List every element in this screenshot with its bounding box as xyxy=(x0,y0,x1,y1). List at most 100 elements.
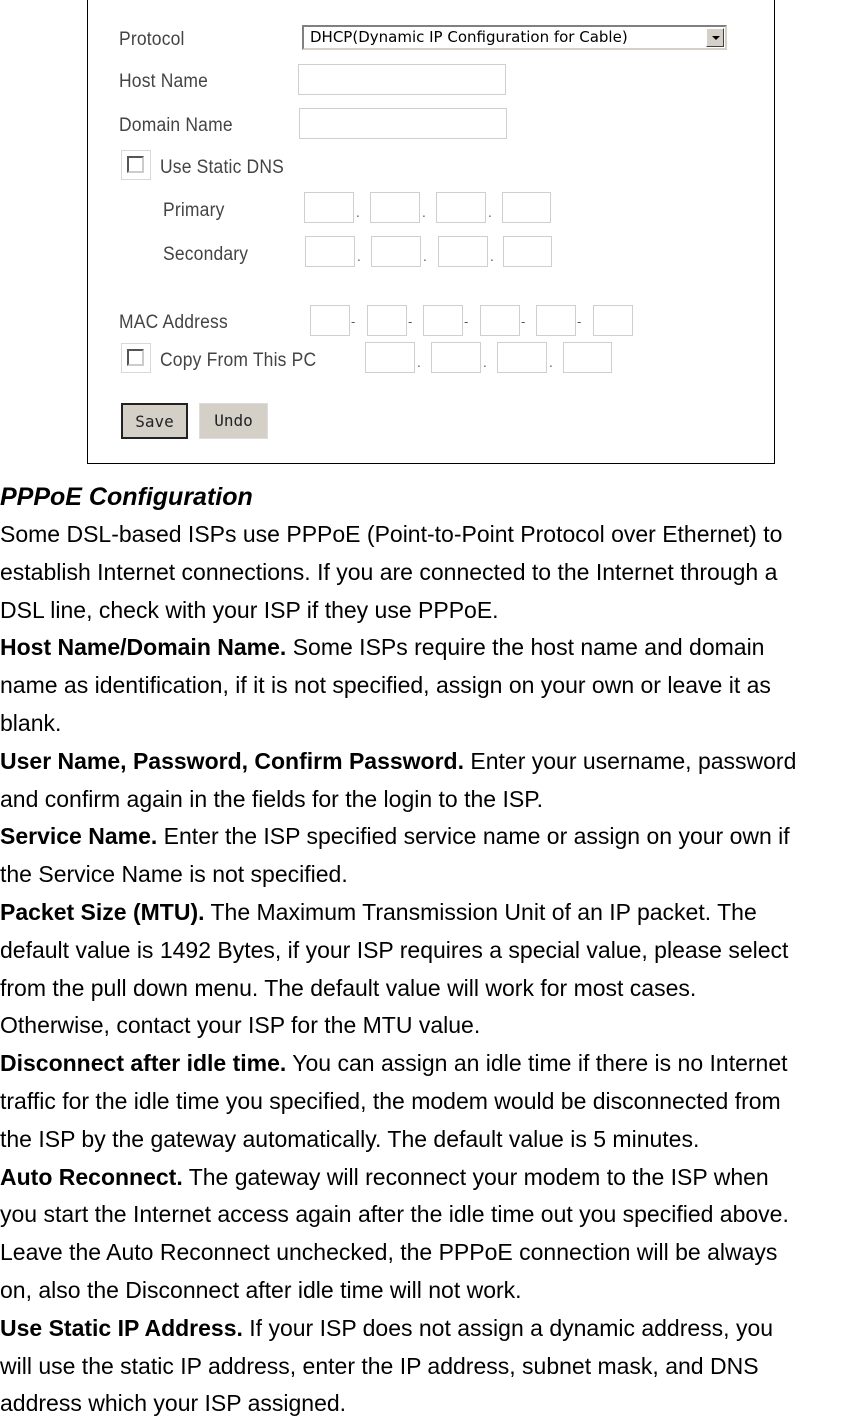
doc-text: address which your ISP assigned. xyxy=(0,1390,347,1417)
host-name-label: Host Name xyxy=(119,71,209,92)
use-static-dns-checkbox[interactable] xyxy=(121,150,151,180)
secondary-dns-octet-3[interactable] xyxy=(438,236,488,267)
mac-dash-separator: - xyxy=(464,315,469,329)
doc-line: Auto Reconnect. The gateway will reconne… xyxy=(0,1159,863,1197)
secondary-dns-octet-4[interactable] xyxy=(503,236,552,267)
use-static-dns-label: Use Static DNS xyxy=(160,157,284,178)
doc-line: will use the static IP address, enter th… xyxy=(0,1348,863,1386)
secondary-dns-octet-2[interactable] xyxy=(371,236,421,267)
secondary-dns-label: Secondary xyxy=(163,244,249,265)
doc-text: blank. xyxy=(0,709,62,736)
primary-dns-octet-2[interactable] xyxy=(370,192,420,223)
doc-line: Host Name/Domain Name. Some ISPs require… xyxy=(0,629,863,667)
protocol-label: Protocol xyxy=(119,29,185,50)
doc-text: traffic for the idle time you specified,… xyxy=(0,1087,781,1114)
doc-term: Disconnect after idle time. xyxy=(0,1050,287,1077)
doc-text: on, also the Disconnect after idle time … xyxy=(0,1276,522,1303)
ip-dot-separator: . xyxy=(417,356,421,370)
mac-address-label: MAC Address xyxy=(119,312,228,333)
doc-line: traffic for the idle time you specified,… xyxy=(0,1083,863,1121)
doc-text: will use the static IP address, enter th… xyxy=(0,1352,759,1379)
mac-octet-5[interactable] xyxy=(536,305,576,336)
doc-text: Otherwise, contact your ISP for the MTU … xyxy=(0,1012,481,1039)
undo-button[interactable]: Undo xyxy=(199,403,268,439)
doc-term: Host Name/Domain Name. xyxy=(0,634,287,661)
doc-text: name as identification, if it is not spe… xyxy=(0,672,771,699)
doc-line: Packet Size (MTU). The Maximum Transmiss… xyxy=(0,894,863,932)
doc-line: Disconnect after idle time. You can assi… xyxy=(0,1045,863,1083)
doc-text: Enter your username, password xyxy=(464,747,797,774)
protocol-select-value: DHCP(Dynamic IP Configuration for Cable) xyxy=(310,28,628,46)
doc-line: on, also the Disconnect after idle time … xyxy=(0,1272,863,1310)
copy-ip-octet-2[interactable] xyxy=(431,342,481,373)
doc-text: the Service Name is not specified. xyxy=(0,861,348,888)
doc-line: Service Name. Enter the ISP specified se… xyxy=(0,818,863,856)
mac-dash-separator: - xyxy=(577,315,582,329)
doc-line: the ISP by the gateway automatically. Th… xyxy=(0,1121,863,1159)
copy-ip-octet-4[interactable] xyxy=(563,342,612,373)
protocol-select[interactable]: DHCP(Dynamic IP Configuration for Cable) xyxy=(302,25,727,50)
pppoe-documentation: PPPoE Configuration Some DSL-based ISPs … xyxy=(0,478,863,1423)
doc-line: and confirm again in the fields for the … xyxy=(0,781,863,819)
doc-line: the Service Name is not specified. xyxy=(0,856,863,894)
ip-dot-separator: . xyxy=(483,356,487,370)
dhcp-settings-screenshot: Protocol DHCP(Dynamic IP Configuration f… xyxy=(87,0,775,464)
save-button[interactable]: Save xyxy=(121,403,188,439)
ip-dot-separator: . xyxy=(549,356,553,370)
ip-dot-separator: . xyxy=(356,206,360,220)
ip-dot-separator: . xyxy=(357,250,361,264)
doc-line: establish Internet connections. If you a… xyxy=(0,554,863,592)
copy-ip-octet-1[interactable] xyxy=(365,342,415,373)
doc-text: DSL line, check with your ISP if they us… xyxy=(0,596,499,623)
doc-text: Leave the Auto Reconnect unchecked, the … xyxy=(0,1239,778,1266)
copy-from-pc-checkbox[interactable] xyxy=(121,343,151,373)
doc-line: Otherwise, contact your ISP for the MTU … xyxy=(0,1007,863,1045)
primary-dns-octet-1[interactable] xyxy=(304,192,354,223)
doc-line: Leave the Auto Reconnect unchecked, the … xyxy=(0,1234,863,1272)
section-title: PPPoE Configuration xyxy=(0,483,253,511)
doc-line: blank. xyxy=(0,705,863,743)
mac-octet-1[interactable] xyxy=(310,305,350,336)
mac-octet-3[interactable] xyxy=(423,305,463,336)
domain-name-label: Domain Name xyxy=(119,115,233,136)
doc-term: User Name, Password, Confirm Password. xyxy=(0,747,464,774)
doc-line: DSL line, check with your ISP if they us… xyxy=(0,592,863,630)
doc-text: from the pull down menu. The default val… xyxy=(0,974,697,1001)
ip-dot-separator: . xyxy=(488,206,492,220)
ip-dot-separator: . xyxy=(423,250,427,264)
chevron-down-icon[interactable] xyxy=(706,28,724,47)
doc-text: Some ISPs require the host name and doma… xyxy=(286,634,765,661)
mac-octet-2[interactable] xyxy=(367,305,407,336)
doc-text: The Maximum Transmission Unit of an IP p… xyxy=(204,898,757,925)
secondary-dns-octet-1[interactable] xyxy=(305,236,355,267)
doc-text: the ISP by the gateway automatically. Th… xyxy=(0,1125,700,1152)
doc-line: you start the Internet access again afte… xyxy=(0,1196,863,1234)
mac-dash-separator: - xyxy=(521,315,526,329)
doc-line: address which your ISP assigned. xyxy=(0,1385,863,1423)
copy-ip-octet-3[interactable] xyxy=(497,342,547,373)
ip-dot-separator: . xyxy=(490,250,494,264)
doc-term: Service Name. xyxy=(0,823,158,850)
doc-body: Some DSL-based ISPs use PPPoE (Point-to-… xyxy=(0,516,863,1423)
doc-line: name as identification, if it is not spe… xyxy=(0,667,863,705)
doc-line: Use Static IP Address. If your ISP does … xyxy=(0,1310,863,1348)
doc-text: If your ISP does not assign a dynamic ad… xyxy=(242,1314,774,1341)
doc-text: you start the Internet access again afte… xyxy=(0,1201,789,1228)
primary-dns-octet-4[interactable] xyxy=(502,192,551,223)
primary-dns-label: Primary xyxy=(163,200,225,221)
domain-name-input[interactable] xyxy=(299,108,507,139)
doc-text: Enter the ISP specified service name or … xyxy=(157,823,790,850)
mac-octet-4[interactable] xyxy=(480,305,520,336)
mac-dash-separator: - xyxy=(408,315,413,329)
mac-dash-separator: - xyxy=(351,315,356,329)
doc-term: Use Static IP Address. xyxy=(0,1314,243,1341)
host-name-input[interactable] xyxy=(298,64,506,95)
mac-octet-6[interactable] xyxy=(593,305,633,336)
copy-from-pc-label: Copy From This PC xyxy=(160,350,317,371)
ip-dot-separator: . xyxy=(422,206,426,220)
primary-dns-octet-3[interactable] xyxy=(436,192,486,223)
doc-text: default value is 1492 Bytes, if your ISP… xyxy=(0,936,789,963)
doc-line: default value is 1492 Bytes, if your ISP… xyxy=(0,932,863,970)
doc-line: Some DSL-based ISPs use PPPoE (Point-to-… xyxy=(0,516,863,554)
doc-line: User Name, Password, Confirm Password. E… xyxy=(0,743,863,781)
